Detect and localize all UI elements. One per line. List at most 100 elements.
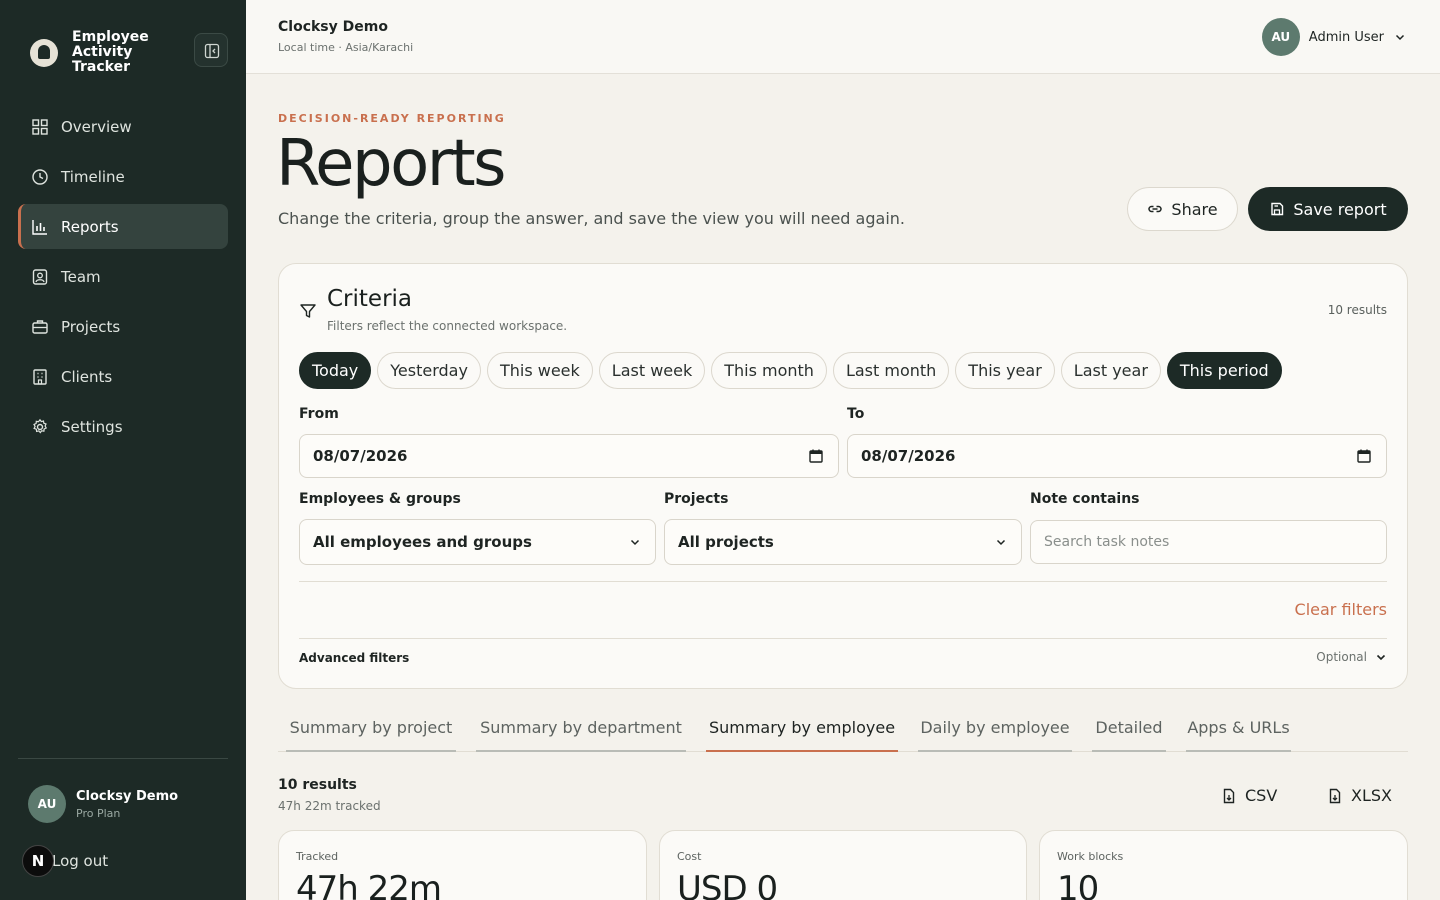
advanced-filters-toggle[interactable]: Advanced filters	[299, 651, 409, 665]
logout-badge: N	[22, 845, 54, 877]
export-csv-label: CSV	[1245, 786, 1278, 805]
range-chip-last-week[interactable]: Last week	[598, 352, 706, 389]
clock-icon	[32, 168, 48, 185]
brand-logo-icon	[30, 38, 58, 67]
sidebar-item-label: Settings	[61, 417, 123, 436]
share-button[interactable]: Share	[1127, 187, 1238, 231]
stat-card-work-blocks: Work blocks 10	[1039, 830, 1408, 900]
share-label: Share	[1171, 199, 1218, 219]
file-download-icon	[1329, 788, 1341, 803]
collapse-sidebar-button[interactable]	[194, 33, 228, 67]
sidebar-collapse-icon	[204, 43, 220, 59]
workspace-name: Clocksy Demo	[278, 19, 388, 35]
projects-select-value: All projects	[678, 533, 774, 551]
note-label: Note contains	[1030, 491, 1140, 507]
criteria-divider	[299, 581, 1387, 582]
range-chip-last-month[interactable]: Last month	[832, 352, 950, 389]
advanced-filters-hint[interactable]: Optional	[1316, 650, 1387, 664]
save-icon	[1271, 202, 1284, 216]
sidebar-item-label: Reports	[61, 217, 119, 236]
chevron-down-icon	[1376, 654, 1386, 661]
sidebar-item-reports[interactable]: Reports	[18, 204, 228, 249]
from-date-value: 08/07/2026	[313, 447, 408, 465]
logout-label: Log out	[52, 852, 109, 870]
team-icon	[32, 268, 48, 285]
save-report-label: Save report	[1293, 199, 1387, 219]
local-time: Local time · Asia/Karachi	[278, 41, 414, 54]
to-label: To	[847, 406, 865, 422]
chevron-down-icon	[996, 539, 1006, 546]
range-chip-this-year[interactable]: This year	[955, 352, 1055, 389]
range-chip-yesterday[interactable]: Yesterday	[377, 352, 481, 389]
save-report-button[interactable]: Save report	[1248, 187, 1408, 231]
tab-apps-urls[interactable]: Apps & URLs	[1186, 712, 1291, 752]
clear-filters-link[interactable]: Clear filters	[1295, 600, 1387, 619]
calendar-icon[interactable]	[808, 448, 824, 464]
file-download-icon	[1223, 788, 1235, 803]
results-count: 10 results	[278, 777, 357, 793]
range-chip-this-period[interactable]: This period	[1166, 352, 1282, 389]
from-date-field[interactable]: 08/07/2026	[299, 434, 839, 478]
employees-select-value: All employees and groups	[313, 533, 532, 551]
user-plan: Pro Plan	[76, 806, 121, 820]
export-xlsx-button[interactable]: XLSX	[1327, 786, 1392, 805]
sidebar-divider	[18, 758, 228, 759]
sidebar-item-overview[interactable]: Overview	[18, 104, 228, 149]
user-menu[interactable]: AU Admin User	[1261, 18, 1406, 56]
sidebar-item-clients[interactable]: Clients	[18, 354, 228, 399]
chevron-down-icon	[1395, 34, 1405, 41]
stat-value: USD 0	[677, 869, 778, 900]
note-search-placeholder: Search task notes	[1044, 534, 1170, 550]
criteria-subtitle: Filters reflect the connected workspace.	[327, 319, 568, 333]
criteria-result-count: 10 results	[1327, 303, 1387, 317]
employees-select[interactable]: All employees and groups	[299, 519, 656, 565]
note-search-input[interactable]: Search task notes	[1030, 520, 1387, 564]
stat-card-cost: Cost USD 0	[659, 830, 1027, 900]
filter-icon	[300, 304, 316, 318]
range-chip-last-year[interactable]: Last year	[1060, 352, 1161, 389]
report-tabs: Summary by project Summary by department…	[278, 712, 1408, 752]
sidebar-item-settings[interactable]: Settings	[18, 404, 228, 449]
page-subtitle: Change the criteria, group the answer, a…	[278, 209, 905, 228]
bar-chart-icon	[32, 219, 47, 235]
sidebar-item-label: Overview	[61, 117, 132, 136]
tab-summary-by-project[interactable]: Summary by project	[286, 712, 456, 752]
logout-button[interactable]: N Log out	[22, 845, 108, 877]
tab-summary-by-department[interactable]: Summary by department	[476, 712, 686, 752]
criteria-divider	[299, 638, 1387, 639]
sidebar-item-label: Clients	[61, 367, 113, 386]
sidebar-user-card[interactable]: AU Clocksy Demo Pro Plan	[28, 785, 178, 823]
stat-card-tracked: Tracked 47h 22m	[278, 830, 647, 900]
to-date-field[interactable]: 08/07/2026	[847, 434, 1387, 478]
link-icon	[1148, 205, 1163, 213]
grid-icon	[32, 118, 48, 135]
export-xlsx-label: XLSX	[1351, 786, 1392, 805]
date-range-chips: Today Yesterday This week Last week This…	[299, 352, 1282, 389]
tab-summary-by-employee[interactable]: Summary by employee	[706, 712, 898, 752]
brand[interactable]: Employee Activity Tracker	[30, 30, 190, 75]
export-csv-button[interactable]: CSV	[1221, 786, 1277, 805]
range-chip-this-month[interactable]: This month	[711, 352, 827, 389]
calendar-icon[interactable]	[1356, 448, 1372, 464]
sidebar-item-projects[interactable]: Projects	[18, 304, 228, 349]
sidebar-nav: Overview Timeline Reports Team Projects …	[18, 104, 228, 454]
brand-name: Employee Activity Tracker	[72, 29, 149, 75]
tab-daily-by-employee[interactable]: Daily by employee	[918, 712, 1072, 752]
sidebar-item-label: Projects	[61, 317, 121, 336]
user-name: Clocksy Demo	[76, 788, 179, 804]
tab-detailed[interactable]: Detailed	[1092, 712, 1166, 752]
stat-value: 10	[1057, 869, 1099, 900]
range-chip-today[interactable]: Today	[299, 352, 372, 389]
from-label: From	[299, 406, 339, 422]
avatar: AU	[28, 785, 66, 823]
page-title: Reports	[276, 127, 507, 201]
range-chip-this-week[interactable]: This week	[486, 352, 593, 389]
page-eyebrow: DECISION-READY REPORTING	[278, 112, 506, 125]
sidebar-item-team[interactable]: Team	[18, 254, 228, 299]
avatar: AU	[1261, 18, 1300, 56]
projects-select[interactable]: All projects	[664, 519, 1022, 565]
criteria-title: Criteria	[327, 286, 413, 312]
top-bar: Clocksy Demo Local time · Asia/Karachi A…	[246, 0, 1440, 74]
sidebar-item-timeline[interactable]: Timeline	[18, 154, 228, 199]
advanced-filters-optional: Optional	[1316, 650, 1367, 664]
